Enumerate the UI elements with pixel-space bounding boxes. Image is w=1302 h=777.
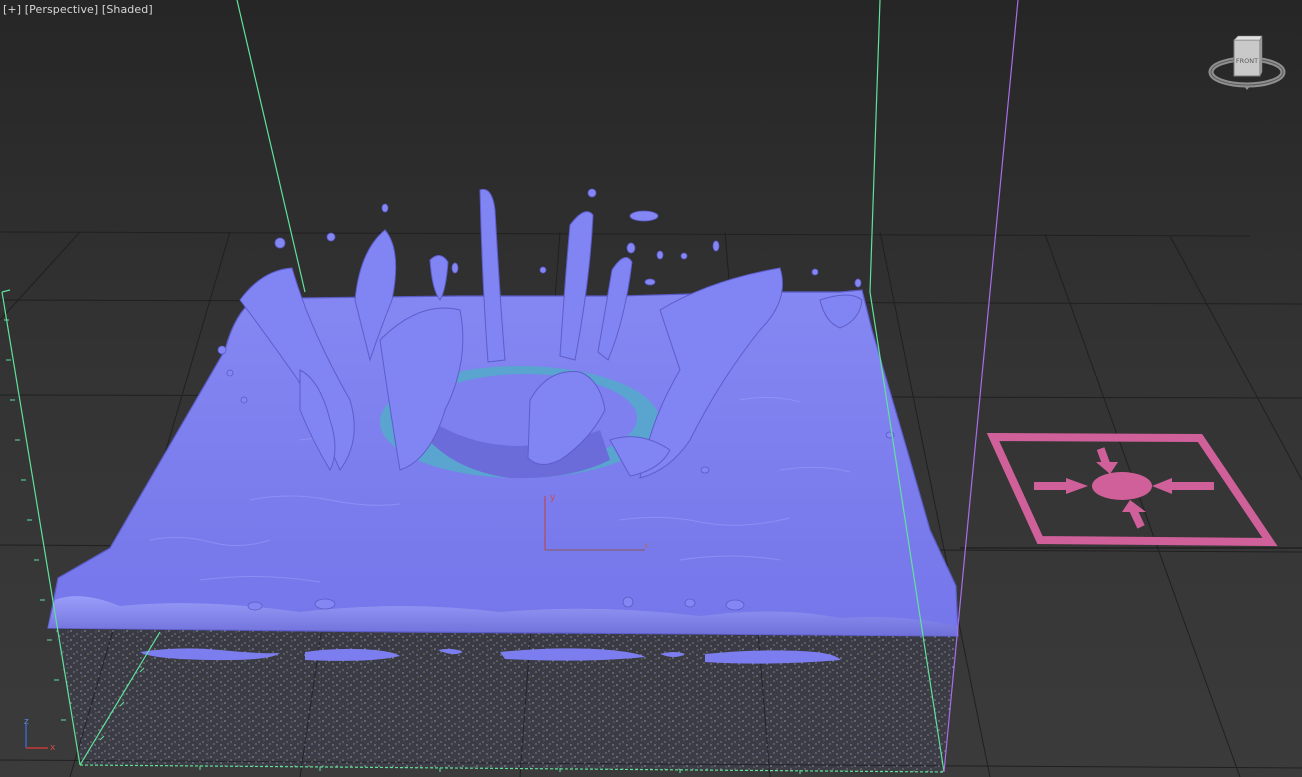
tripod-x-label: x [50,743,56,753]
gizmo-y-label: y [550,493,556,503]
viewcube[interactable]: FRONT [1204,32,1290,96]
viewport-shading-menu[interactable]: [Shaded] [102,3,153,16]
scene-canvas[interactable]: y x [0,0,1302,777]
viewport-point-of-view-menu[interactable]: [Perspective] [25,3,99,16]
gravity-force-icon[interactable] [986,432,1278,547]
tripod-z-label: z [24,717,29,727]
viewport-general-menu[interactable]: [+] [3,3,21,16]
viewport-label-menu: [+] [Perspective] [Shaded] [3,3,153,16]
perspective-viewport[interactable]: y x [+] [Perspective] [Shaded] FRONT z x [0,0,1302,777]
world-axis-tripod: z x [24,717,56,753]
gizmo-x-label: x [644,541,649,550]
viewcube-front-label: FRONT [1236,57,1258,65]
